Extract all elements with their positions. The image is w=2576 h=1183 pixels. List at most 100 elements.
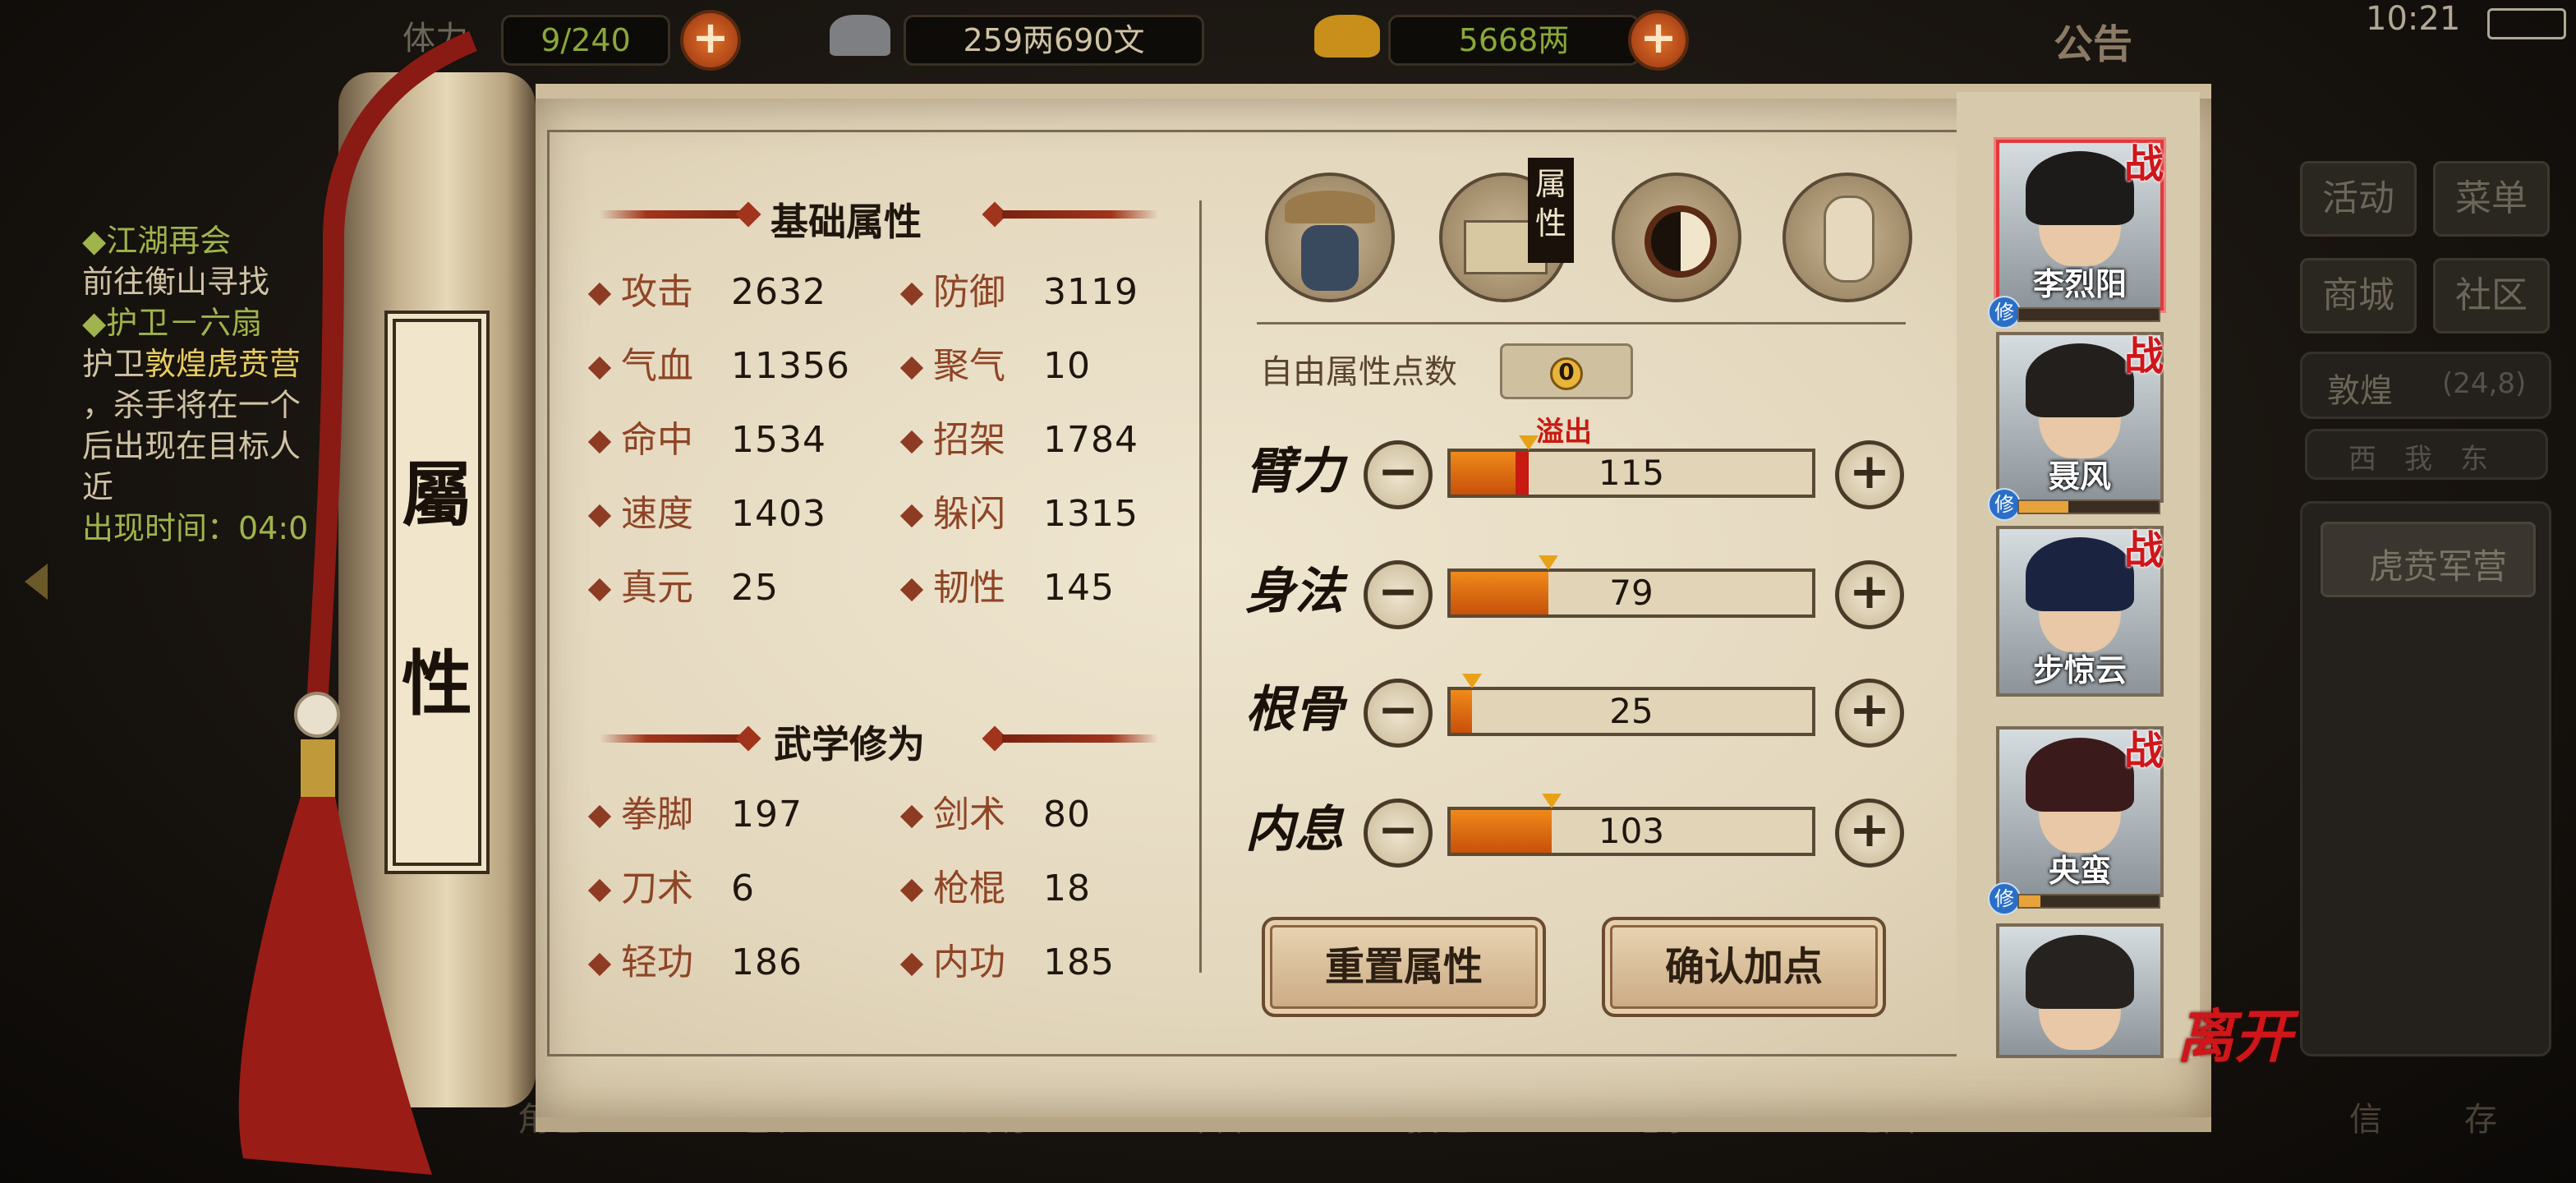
- menu-button[interactable]: 菜单: [2433, 161, 2550, 237]
- tassel-ribbon-icon: [238, 30, 477, 1175]
- martial-stat-row: 轻功 186: [587, 938, 802, 987]
- tab-divider: [1257, 322, 1906, 325]
- attr-progress-bar: 103: [1447, 807, 1815, 856]
- robe-icon: [1301, 225, 1359, 291]
- base-attrs-heading: 基础属性: [770, 200, 922, 244]
- base-stat-row: 命中 1534: [587, 416, 826, 465]
- diamond-icon: [587, 804, 612, 829]
- attr-marker-icon: [1462, 674, 1483, 688]
- martial-stat-row: 刀术 6: [587, 864, 754, 914]
- scroll-title-char-1: 屬: [402, 453, 472, 536]
- diamond-icon: [899, 504, 924, 528]
- mall-button[interactable]: 商城: [2300, 258, 2417, 334]
- hero-name: 步惊云: [2032, 652, 2127, 688]
- attr-plus-button[interactable]: +: [1835, 560, 1904, 629]
- attr-plus-button[interactable]: +: [1835, 799, 1904, 868]
- base-stat-row: 防御 3119: [899, 268, 1138, 317]
- scroll-title-tab: 屬 性: [384, 311, 490, 874]
- stat-value: 2632: [731, 271, 826, 313]
- attr-minus-button[interactable]: −: [1364, 799, 1433, 868]
- nav-mail[interactable]: 信: [2349, 1093, 2382, 1175]
- notice-button[interactable]: 公告: [2054, 12, 2132, 69]
- hero-name: 李烈阳: [2032, 266, 2127, 302]
- attr-progress-bar: 79: [1447, 568, 1815, 618]
- battle-badge: 战: [2124, 141, 2164, 187]
- stat-name: 韧性: [933, 567, 1005, 609]
- confirm-points-button[interactable]: 确认加点: [1602, 917, 1886, 1017]
- martial-stat-row: 拳脚 197: [587, 790, 802, 840]
- map-panel[interactable]: 虎贲军营: [2300, 501, 2551, 1056]
- scroll-title-char-2: 性: [402, 642, 472, 725]
- gold-add-button[interactable]: +: [1628, 10, 1689, 71]
- reset-attrs-button[interactable]: 重置属性: [1262, 917, 1546, 1017]
- leave-button[interactable]: 离开: [2177, 991, 2292, 1074]
- hero-hair: [2026, 537, 2134, 611]
- tab-attributes-label: 属性: [1528, 158, 1574, 263]
- base-stat-row: 攻击 2632: [587, 268, 826, 317]
- stat-value: 11356: [731, 345, 850, 387]
- tab-character-icon[interactable]: [1265, 173, 1395, 302]
- silver-value: 259两690文: [904, 15, 1204, 66]
- attr-value: 103: [1598, 811, 1665, 851]
- base-stat-row: 速度 1403: [587, 490, 826, 539]
- stat-value: 18: [1043, 868, 1091, 909]
- hero-hair: [2026, 343, 2134, 417]
- stat-value: 3119: [1043, 271, 1138, 313]
- attr-plus-button[interactable]: +: [1835, 440, 1904, 509]
- attr-value: 25: [1609, 691, 1654, 731]
- clock: 10:21: [2366, 0, 2461, 38]
- stat-name: 气血: [621, 345, 693, 387]
- attr-name-2: 身法: [1245, 563, 1344, 620]
- column-divider: [1199, 200, 1202, 973]
- attr-plus-button[interactable]: +: [1835, 679, 1904, 748]
- quest-diamond-icon: ◆: [82, 305, 107, 341]
- base-stat-row: 韧性 145: [899, 564, 1114, 613]
- diamond-icon: [587, 430, 612, 454]
- base-stat-row: 躲闪 1315: [899, 490, 1138, 539]
- left-arrow-icon[interactable]: [25, 564, 48, 600]
- attr-minus-button[interactable]: −: [1364, 679, 1433, 748]
- stamina-add-button[interactable]: +: [680, 10, 741, 71]
- attr-name-3: 根骨: [1245, 681, 1344, 739]
- stat-name: 枪棍: [933, 868, 1005, 909]
- stat-value: 10: [1043, 345, 1091, 387]
- attr-minus-button[interactable]: −: [1364, 560, 1433, 629]
- stat-value: 1534: [731, 419, 826, 461]
- cultivation-badge: 修: [1988, 296, 2021, 329]
- stat-name: 攻击: [621, 271, 693, 313]
- diamond-icon: [587, 578, 612, 602]
- cultivation-progress: [2017, 499, 2160, 514]
- battle-badge: 战: [2124, 728, 2164, 774]
- stat-value: 25: [731, 567, 779, 609]
- activity-button[interactable]: 活动: [2300, 161, 2417, 237]
- nav-storage[interactable]: 存: [2464, 1093, 2497, 1175]
- camp-label: 虎贲军营: [2369, 546, 2508, 587]
- base-stat-row: 招架 1784: [899, 416, 1138, 465]
- stat-value: 186: [731, 941, 803, 983]
- location-name: 敦煌: [2327, 372, 2393, 410]
- ornament-line: [600, 734, 756, 743]
- martial-stat-row: 剑术 80: [899, 790, 1090, 840]
- community-button[interactable]: 社区: [2433, 258, 2550, 334]
- camp-button[interactable]: 虎贲军营: [2321, 522, 2536, 597]
- ornament-line: [1002, 734, 1158, 743]
- cultivation-badge: 修: [1988, 882, 2021, 915]
- attr-minus-button[interactable]: −: [1364, 440, 1433, 509]
- stat-name: 内功: [933, 941, 1005, 983]
- hero-card[interactable]: [1996, 923, 2164, 1058]
- quest-title-1: 江湖再会: [106, 223, 232, 259]
- base-stat-row: 真元 25: [587, 564, 778, 613]
- compass-text: 西 我 东: [2348, 443, 2488, 476]
- tab-meridian-icon[interactable]: [1782, 173, 1912, 302]
- diamond-icon: [899, 804, 924, 829]
- stat-name: 防御: [933, 271, 1005, 313]
- gold-ingot-icon: [1314, 15, 1380, 58]
- stat-value: 1315: [1043, 493, 1138, 535]
- stat-value: 197: [731, 794, 803, 835]
- tab-bagua-icon[interactable]: [1612, 173, 1741, 302]
- stat-value: 1403: [731, 493, 826, 535]
- quest-diamond-icon: ◆: [82, 223, 107, 259]
- stat-value: 1784: [1043, 419, 1138, 461]
- attr-marker-icon: [1542, 794, 1562, 808]
- stat-name: 轻功: [621, 941, 693, 983]
